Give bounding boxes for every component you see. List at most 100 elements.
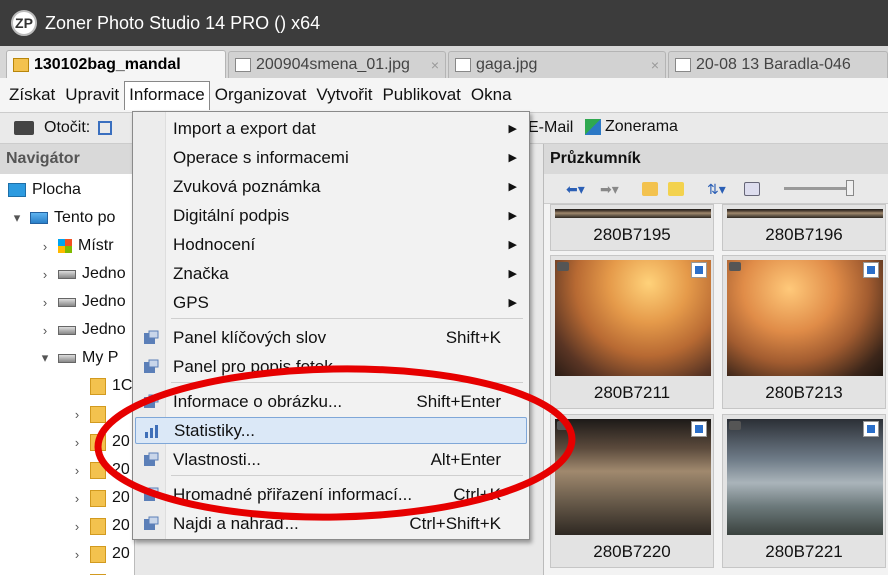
menu-item-batch-info-assign[interactable]: Hromadné přiřazení informací... Ctrl+K — [135, 481, 527, 508]
tree-item-label: Jedno — [82, 321, 126, 338]
menu-item-digital-signature[interactable]: Digitální podpis ▶ — [135, 202, 527, 229]
menu-item-photo-description-panel[interactable]: Panel pro popis fotek — [135, 353, 527, 380]
tree-item[interactable]: › Jedno — [38, 260, 126, 288]
statistics-icon — [144, 423, 160, 439]
chevron-right-icon[interactable]: › — [70, 491, 84, 506]
menu-item-label: Informace o obrázku... — [173, 391, 343, 411]
menu-item-label: Najdi a nahraď... — [173, 513, 299, 533]
favorites-icon[interactable] — [668, 182, 684, 196]
tree-item[interactable]: ›2010 — [70, 568, 134, 575]
menu-informace[interactable]: Informace — [124, 80, 210, 110]
menu-item-find-replace[interactable]: Najdi a nahraď... Ctrl+Shift+K — [135, 510, 527, 537]
camera-icon[interactable] — [14, 121, 34, 135]
drive-icon — [58, 269, 76, 279]
tree-item[interactable]: › Jedno — [38, 288, 126, 316]
menu-item-label: Značka — [173, 263, 229, 283]
chevron-right-icon[interactable]: › — [70, 463, 84, 478]
tab-200904smena[interactable]: 200904smena_01.jpg × — [228, 51, 446, 78]
menu-item-import-export-data[interactable]: Import a export dat ▶ — [135, 115, 527, 142]
email-button[interactable]: E-Mail — [528, 119, 573, 137]
menu-upravit[interactable]: Upravit — [60, 81, 124, 109]
close-icon[interactable]: × — [431, 57, 439, 73]
menu-ziskat[interactable]: Získat — [4, 81, 60, 109]
menu-item-statistics[interactable]: Statistiky... — [135, 417, 527, 444]
menu-vytvorit[interactable]: Vytvořit — [311, 81, 377, 109]
tab-130102bag-mandal[interactable]: 130102bag_mandal — [6, 50, 226, 78]
sort-icon[interactable]: ⇅▾ — [707, 181, 726, 197]
tree-item[interactable]: › 20 — [70, 456, 130, 484]
camera-icon — [557, 262, 569, 271]
thumbnail-item[interactable]: 280B7221 — [722, 414, 886, 568]
menu-okna[interactable]: Okna — [466, 81, 517, 109]
zoom-slider-track[interactable] — [784, 187, 854, 190]
tree-item[interactable]: › 20 — [70, 428, 130, 456]
tree-item[interactable]: 1C — [70, 372, 132, 400]
camera-icon — [729, 262, 741, 271]
menu-item-shortcut: Ctrl+Shift+K — [409, 513, 501, 533]
chevron-down-icon[interactable]: ▾ — [10, 210, 24, 226]
forward-arrow-icon[interactable]: ➡▾ — [600, 181, 619, 197]
tree-item-label: 20 — [112, 461, 130, 478]
folder-up-icon[interactable] — [642, 182, 658, 196]
tree-item[interactable]: › 20 — [70, 540, 130, 568]
chevron-right-icon[interactable]: › — [70, 435, 84, 450]
thumbnail-item[interactable]: 280B7220 — [550, 414, 714, 568]
tree-item[interactable]: › — [70, 400, 112, 428]
tree-item[interactable]: › 20 — [70, 484, 130, 512]
view-mode-icon[interactable] — [744, 182, 760, 196]
menu-organizovat[interactable]: Organizovat — [210, 81, 312, 109]
menu-separator — [171, 318, 523, 319]
menu-item-image-info[interactable]: Informace o obrázku... Shift+Enter — [135, 388, 527, 415]
zonerama-button[interactable]: Zonerama — [585, 118, 678, 136]
chevron-right-icon[interactable]: › — [38, 267, 52, 282]
menu-item-keywords-panel[interactable]: Panel klíčových slov Shift+K — [135, 324, 527, 351]
chevron-right-icon[interactable]: › — [38, 239, 52, 254]
menu-item-label: GPS — [173, 292, 209, 312]
tab-gaga[interactable]: gaga.jpg × — [448, 51, 666, 78]
windows-drive-icon — [58, 239, 72, 253]
menu-item-properties[interactable]: Vlastnosti... Alt+Enter — [135, 446, 527, 473]
find-replace-icon — [143, 516, 159, 532]
tree-item[interactable]: Plocha — [8, 176, 81, 204]
chevron-right-icon[interactable]: › — [70, 547, 84, 562]
submenu-arrow-icon: ▶ — [508, 268, 517, 280]
tree-item[interactable]: › Místr — [38, 232, 114, 260]
tree-item-label: 20 — [112, 489, 130, 506]
menu-item-label[interactable]: Značka ▶ — [135, 260, 527, 287]
menu-publikovat[interactable]: Publikovat — [377, 81, 465, 109]
folder-icon — [90, 489, 106, 507]
folder-icon — [90, 545, 106, 563]
chevron-right-icon[interactable]: › — [38, 323, 52, 338]
tree-item[interactable]: ▾ My P — [38, 344, 119, 372]
tree-item[interactable]: › 20 — [70, 512, 130, 540]
menu-item-label: Panel pro popis fotek — [173, 356, 333, 376]
navigator-title: Navigátor — [0, 144, 134, 174]
tab-baradla[interactable]: 20-08 13 Baradla-046 — [668, 51, 888, 78]
tree-item[interactable]: ▾ Tento po — [10, 204, 116, 232]
tree-item[interactable]: › Jedno — [38, 316, 126, 344]
menu-item-gps[interactable]: GPS ▶ — [135, 289, 527, 316]
back-arrow-icon[interactable]: ⬅▾ — [566, 181, 585, 197]
menu-item-info-operations[interactable]: Operace s informacemi ▶ — [135, 144, 527, 171]
image-info-icon — [691, 421, 707, 437]
thumbnail-item[interactable]: 280B7195 — [550, 204, 714, 251]
chevron-right-icon[interactable]: › — [38, 295, 52, 310]
submenu-arrow-icon: ▶ — [508, 210, 517, 222]
menu-item-label: Hodnocení — [173, 234, 256, 254]
thumbnail-item[interactable]: 280B7211 — [550, 255, 714, 409]
zoom-slider-knob[interactable] — [846, 180, 854, 196]
thumbnail-item[interactable]: 280B7213 — [722, 255, 886, 409]
chevron-down-icon[interactable]: ▾ — [38, 350, 52, 366]
chevron-right-icon[interactable]: › — [70, 407, 84, 422]
menu-separator — [171, 475, 523, 476]
explorer-panel: Průzkumník ⬅▾ ➡▾ ⇅▾ 280B7195 280B7196 280B… — [543, 144, 888, 575]
menu-item-label: Statistiky... — [174, 420, 255, 440]
submenu-arrow-icon: ▶ — [508, 239, 517, 251]
thumbnail-item[interactable]: 280B7196 — [722, 204, 886, 251]
close-icon[interactable]: × — [651, 57, 659, 73]
menu-item-shortcut: Shift+K — [445, 327, 501, 347]
chevron-right-icon[interactable]: › — [70, 519, 84, 534]
rotate-icon[interactable] — [98, 121, 113, 135]
menu-item-voice-note[interactable]: Zvuková poznámka ▶ — [135, 173, 527, 200]
menu-item-rating[interactable]: Hodnocení ▶ — [135, 231, 527, 258]
